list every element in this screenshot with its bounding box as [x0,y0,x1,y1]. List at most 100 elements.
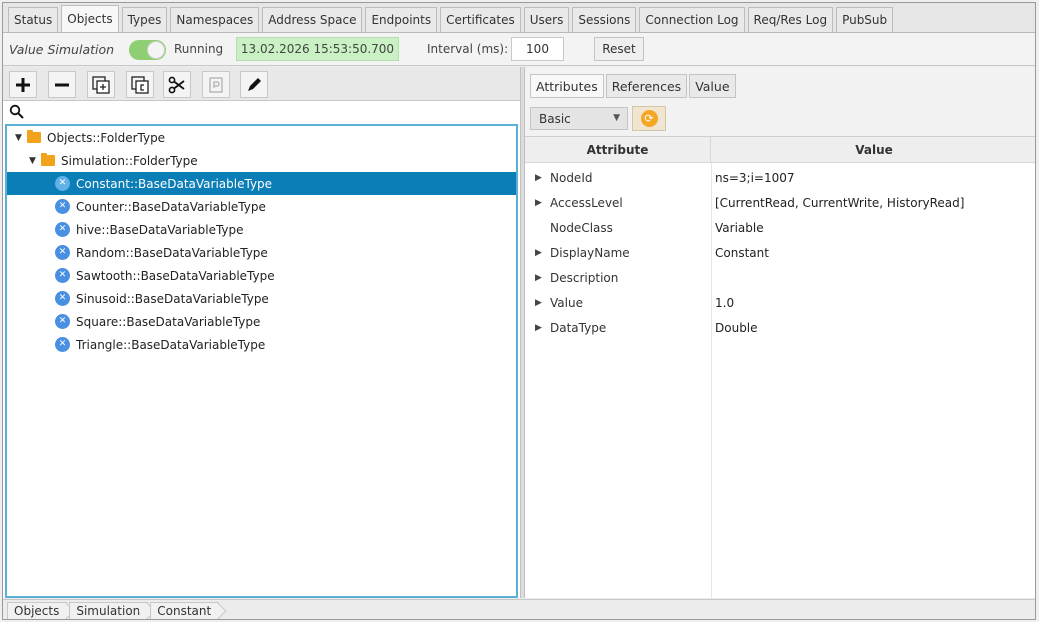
tree-node-counter[interactable]: ✕ Counter::BaseDataVariableType [7,195,516,218]
breadcrumb-simulation[interactable]: Simulation [69,601,149,619]
tab-value[interactable]: Value [689,74,736,98]
breadcrumb-constant[interactable]: Constant [150,601,220,619]
interval-input[interactable] [511,37,564,61]
tree-node-label: Random::BaseDataVariableType [76,245,268,260]
column-header-value[interactable]: Value [711,137,1035,162]
attributes-table: Attribute Value ▶ NodeId ns=3;i=1007 ▶ A… [525,136,1035,599]
attribute-name: NodeId [550,170,593,185]
view-mode-select[interactable]: Basic ▼ [530,107,628,130]
view-mode-value: Basic [539,111,571,126]
tree-node-simulation[interactable]: ▼ Simulation::FolderType [7,149,516,172]
table-row[interactable]: NodeClass Variable [525,215,1035,240]
tab-sessions[interactable]: Sessions [572,7,637,32]
tree-node-sawtooth[interactable]: ✕ Sawtooth::BaseDataVariableType [7,264,516,287]
folder-icon [41,153,55,166]
tree-node-objects[interactable]: ▼ Objects::FolderType [7,126,516,149]
table-row[interactable]: ▶ Value 1.0 [525,290,1035,315]
tree-node-label: Sinusoid::BaseDataVariableType [76,291,269,306]
tree-node-label: Objects::FolderType [47,130,166,145]
paste-icon [209,76,223,93]
reset-button[interactable]: Reset [594,37,644,61]
expand-arrow-icon[interactable]: ▶ [535,323,542,333]
main-tab-bar: Status Objects Types Namespaces Address … [3,3,1035,33]
tree-node-constant[interactable]: ✕ Constant::BaseDataVariableType [7,172,516,195]
object-tree: ▼ Objects::FolderType ▼ Simulation::Fold… [5,124,518,598]
table-row[interactable]: ▶ DataType Double [525,315,1035,340]
expand-arrow-icon[interactable]: ▶ [535,248,542,258]
tree-search[interactable] [3,102,520,124]
expand-arrow-icon[interactable]: ▶ [535,173,542,183]
refresh-icon: ⟳ [640,110,658,127]
tree-node-label: Square::BaseDataVariableType [76,314,261,329]
app-window: Status Objects Types Namespaces Address … [2,2,1036,620]
attribute-name: Value [550,295,583,310]
cut-icon [168,76,185,93]
tab-endpoints[interactable]: Endpoints [365,7,438,32]
attribute-name: AccessLevel [550,195,623,210]
chevron-down-icon: ▼ [613,113,620,123]
tree-node-square[interactable]: ✕ Square::BaseDataVariableType [7,310,516,333]
expand-arrow-icon[interactable]: ▶ [535,298,542,308]
tree-node-label: Counter::BaseDataVariableType [76,199,266,214]
simulation-toggle[interactable] [129,40,166,60]
variable-icon: ✕ [55,245,70,260]
tab-req-res-log[interactable]: Req/Res Log [747,7,834,32]
tab-address-space[interactable]: Address Space [262,7,363,32]
attribute-value: Constant [715,245,769,260]
tree-node-sinusoid[interactable]: ✕ Sinusoid::BaseDataVariableType [7,287,516,310]
tree-node-hive[interactable]: ✕ hive::BaseDataVariableType [7,218,516,241]
simulation-label: Value Simulation [9,42,115,57]
attribute-value: ns=3;i=1007 [715,170,795,185]
table-row[interactable]: ▶ AccessLevel [CurrentRead, CurrentWrite… [525,190,1035,215]
simulation-bar: Value Simulation Running 13.02.2026 15:5… [3,33,1035,66]
cut-button[interactable] [163,71,191,98]
remove-button[interactable] [48,71,76,98]
tree-node-label: hive::BaseDataVariableType [76,222,244,237]
expand-arrow-icon[interactable]: ▼ [29,156,41,166]
simulation-timestamp: 13.02.2026 15:53:50.700 [236,37,399,61]
add-button[interactable] [9,71,37,98]
add-icon [16,77,30,92]
breadcrumb-objects[interactable]: Objects [7,601,68,619]
table-row[interactable]: ▶ DisplayName Constant [525,240,1035,265]
paste-button[interactable] [202,71,230,98]
tab-objects[interactable]: Objects [61,5,119,32]
variable-icon: ✕ [55,291,70,306]
attribute-name: DataType [550,320,607,335]
tab-references[interactable]: References [605,74,688,98]
attribute-name: Description [550,270,619,285]
table-row[interactable]: ▶ Description [525,265,1035,290]
toggle-knob [147,41,165,59]
attribute-name: NodeClass [550,220,613,235]
tree-node-triangle[interactable]: ✕ Triangle::BaseDataVariableType [7,333,516,356]
tab-certificates[interactable]: Certificates [440,7,521,32]
tab-namespaces[interactable]: Namespaces [170,7,260,32]
tab-attributes[interactable]: Attributes [530,74,604,98]
object-tree-panel: ▼ Objects::FolderType ▼ Simulation::Fold… [3,67,520,598]
tree-node-label: Simulation::FolderType [61,153,198,168]
tree-node-random[interactable]: ✕ Random::BaseDataVariableType [7,241,516,264]
expand-arrow-icon[interactable]: ▶ [535,198,542,208]
add-child-icon [92,75,110,94]
attribute-name: DisplayName [550,245,630,260]
column-header-attribute[interactable]: Attribute [525,137,711,162]
details-tabs: Attributes References Value [530,74,736,98]
details-panel: Attributes References Value Basic ▼ ⟳ At… [525,67,1035,599]
tab-pubsub[interactable]: PubSub [836,7,894,32]
variable-icon: ✕ [55,199,70,214]
tab-users[interactable]: Users [523,7,570,32]
variable-icon: ✕ [55,222,70,237]
tab-connection-log[interactable]: Connection Log [639,7,745,32]
expand-arrow-icon[interactable]: ▶ [535,273,542,283]
breadcrumb: Objects Simulation Constant [3,599,1035,619]
expand-arrow-icon[interactable]: ▼ [15,133,27,143]
add-child-button[interactable] [87,71,115,98]
copy-button[interactable] [126,71,154,98]
edit-button[interactable] [240,71,268,98]
tab-types[interactable]: Types [121,7,168,32]
tab-status[interactable]: Status [8,7,59,32]
table-row[interactable]: ▶ NodeId ns=3;i=1007 [525,165,1035,190]
tree-node-label: Triangle::BaseDataVariableType [76,337,266,352]
refresh-button[interactable]: ⟳ [632,106,666,131]
variable-icon: ✕ [55,176,70,191]
